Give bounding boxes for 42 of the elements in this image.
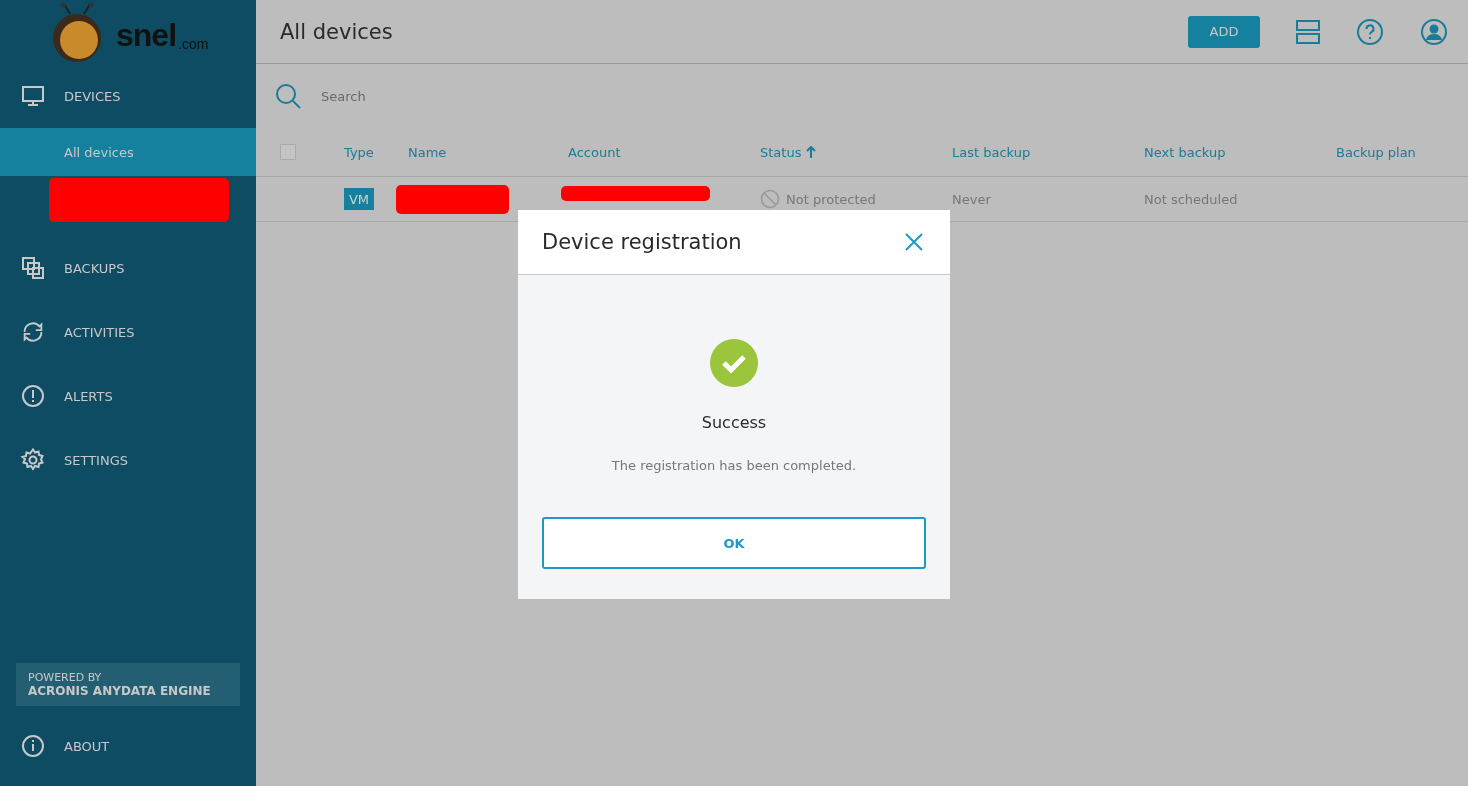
success-check-icon [710, 339, 758, 387]
user-icon[interactable] [1420, 17, 1448, 46]
nav-item[interactable]: SETTINGS [0, 428, 256, 492]
brand-name: snel [116, 17, 177, 54]
add-button[interactable]: ADD [1188, 15, 1260, 48]
table-cell-text: Not scheduled [1144, 191, 1239, 207]
dialog-title: Device registration [542, 230, 742, 254]
info-icon [20, 734, 46, 758]
copies-icon [20, 256, 46, 280]
success-heading: Success [701, 413, 767, 432]
monitor-icon [20, 84, 46, 108]
column-header[interactable]: Backup plan [1336, 144, 1468, 160]
nav-subitem[interactable]: All devices [0, 128, 256, 176]
close-icon[interactable] [904, 232, 924, 252]
nav-item[interactable]: DEVICES [0, 64, 256, 128]
powered-by-label: POWERED BY [28, 671, 103, 684]
search-field[interactable]: Search [319, 87, 623, 105]
vm-type-badge: VM [344, 188, 374, 210]
page-title: All devices [280, 19, 394, 44]
ok-button[interactable]: OK [542, 517, 926, 569]
column-header[interactable]: Name [408, 144, 568, 160]
brand-domain: .com [178, 36, 209, 52]
column-header[interactable]: Next backup [1144, 144, 1336, 160]
nav-item[interactable]: ACTIVITIES [0, 300, 256, 364]
column-header[interactable]: Type [344, 144, 408, 160]
nav-item[interactable]: BACKUPS [0, 236, 256, 300]
help-icon[interactable] [1356, 17, 1384, 46]
alert-icon [20, 384, 46, 408]
nav-item[interactable]: ALERTS [0, 364, 256, 428]
settings-icon [20, 448, 46, 472]
select-all-checkbox[interactable] [280, 144, 296, 160]
layout-toggle-icon[interactable] [1296, 19, 1320, 44]
about-link[interactable]: ABOUT [0, 706, 256, 786]
table-cell: Not protected [786, 191, 876, 207]
not-protected-icon [760, 189, 780, 209]
success-message: The registration has been completed. [611, 458, 857, 473]
column-header[interactable]: Account [568, 144, 760, 160]
column-header[interactable]: Last backup [952, 144, 1144, 160]
column-header[interactable]: Status [760, 144, 952, 160]
search-icon [275, 83, 301, 109]
table-cell-text: Never [952, 191, 992, 207]
engine-name: ACRONIS ANYDATA ENGINE [28, 684, 212, 698]
